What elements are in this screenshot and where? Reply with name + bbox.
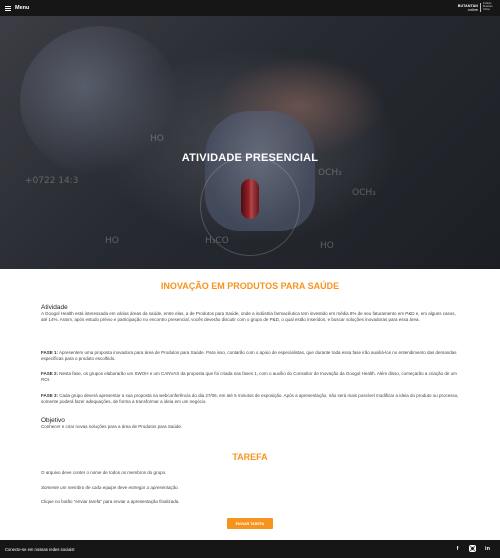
fase3-text: Cada grupo deverá apresentar a sua propo…	[41, 393, 459, 404]
instagram-icon[interactable]	[468, 544, 477, 553]
objetivo-text: Conhecer e criar novas soluções para a á…	[41, 424, 183, 429]
fase1-paragraph: FASE 1: Apresentem uma proposta inovador…	[41, 350, 461, 362]
fase1-label: FASE 1:	[41, 350, 59, 355]
send-task-button[interactable]: ENVIAR TAREFA	[227, 518, 273, 529]
fase1-text: Apresentem uma proposta inovadora para á…	[41, 350, 457, 361]
tarefa-line: Clique no botão "enviar tarefa" para env…	[41, 499, 180, 504]
fase2-label: FASE 2:	[41, 371, 59, 376]
brand-logo[interactable]: BUTANTAN online Instituto Butantan Onlin…	[457, 2, 494, 12]
fase2-paragraph: FASE 2: Nesta fase, os grupos elaborarão…	[41, 371, 461, 383]
fase2-text: Nesta fase, os grupos elaborarão um SWOH…	[41, 371, 457, 382]
brand-divider	[480, 3, 481, 12]
hero-title: ATIVIDADE PRESENCIAL	[181, 152, 319, 164]
facebook-icon[interactable]: f	[453, 544, 462, 553]
section-title: INOVAÇÃO EM PRODUTOS PARA SAÚDE	[160, 281, 340, 291]
tarefa-line: Somente um membro de cada equipe deve en…	[41, 485, 179, 490]
tarefa-line: O arquivo deve conter o nome de todos os…	[41, 470, 167, 475]
brand-tagline: Instituto Butantan Online	[483, 2, 493, 11]
tarefa-title: TAREFA	[232, 452, 268, 462]
hero-overlay	[0, 16, 500, 269]
footer: Conecte-se em nossas redes sociais! f in	[0, 540, 500, 558]
menu-label: Menu	[15, 5, 30, 11]
hamburger-icon	[5, 5, 11, 11]
fase3-label: FASE 3:	[41, 393, 59, 398]
linkedin-icon[interactable]: in	[483, 544, 492, 553]
fase3-paragraph: FASE 3: Cada grupo deverá apresentar a s…	[41, 393, 461, 405]
atividade-text: A Googol Health está interessada em vári…	[41, 311, 456, 322]
atividade-section: Atividade A Googol Health está interessa…	[41, 304, 461, 323]
hero-banner: HO OCH₃ OCH₃ HO H₃CO HO +0722 14:3 ATIVI…	[0, 16, 500, 269]
top-bar: Menu BUTANTAN online Instituto Butantan …	[0, 0, 500, 16]
social-links: f in	[453, 544, 492, 553]
menu-button[interactable]: Menu	[5, 5, 29, 11]
footer-text: Conecte-se em nossas redes sociais!	[5, 546, 75, 552]
objetivo-section: Objetivo Conhecer e criar novas soluções…	[41, 417, 461, 430]
brand-name: BUTANTAN online	[457, 3, 478, 12]
